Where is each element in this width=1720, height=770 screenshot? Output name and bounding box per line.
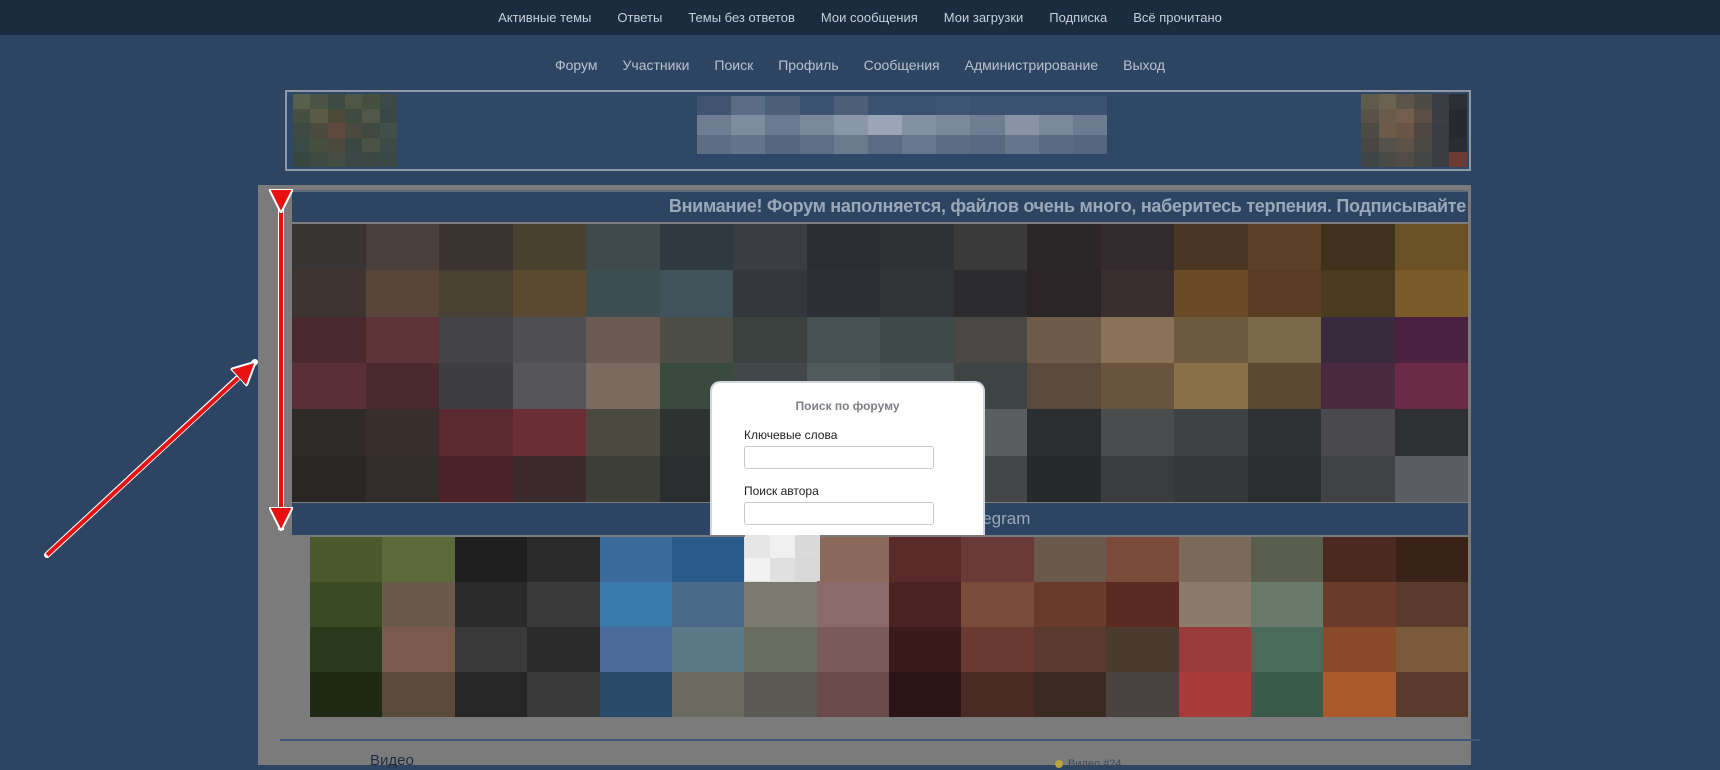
top-nav-mark-read[interactable]: Всё прочитано xyxy=(1133,10,1222,25)
nav-members[interactable]: Участники xyxy=(623,57,690,77)
nav-messages[interactable]: Сообщения xyxy=(864,57,940,77)
annotation-arrow-diagonal xyxy=(44,359,258,558)
top-nav-subscriptions[interactable]: Подписка xyxy=(1049,10,1107,25)
main-nav: Форум Участники Поиск Профиль Сообщения … xyxy=(0,57,1720,77)
banner-logo-right xyxy=(1361,94,1467,167)
annotation-arrow-diagonal-fill xyxy=(45,367,250,557)
keywords-input[interactable] xyxy=(744,446,934,469)
nav-forum[interactable]: Форум xyxy=(555,57,598,77)
top-nav-replies[interactable]: Ответы xyxy=(617,10,662,25)
author-label: Поиск автора xyxy=(744,484,819,498)
top-nav-active-topics[interactable]: Активные темы xyxy=(498,10,591,25)
section-divider xyxy=(280,739,1480,741)
video-link[interactable]: Видео #24 xyxy=(1055,758,1122,770)
notice-text: Внимание! Форум наполняется, файлов очен… xyxy=(668,196,1466,216)
image-gallery-bottom[interactable] xyxy=(310,537,1468,717)
top-nav-my-posts[interactable]: Мои сообщения xyxy=(821,10,918,25)
thumbnail-grid-blurred[interactable] xyxy=(310,537,1468,717)
nav-logout[interactable]: Выход xyxy=(1123,57,1165,77)
author-input[interactable] xyxy=(744,502,934,525)
bullet-icon xyxy=(1055,760,1063,769)
banner-title-blurred xyxy=(697,96,1107,154)
top-nav-my-uploads[interactable]: Мои загрузки xyxy=(944,10,1024,25)
keywords-label: Ключевые слова xyxy=(744,428,838,442)
video-link-label[interactable]: Видео #24 xyxy=(1068,758,1122,770)
nav-search[interactable]: Поиск xyxy=(714,57,753,77)
blurred-overlay-patch xyxy=(745,535,820,581)
banner-logo-left xyxy=(293,94,397,167)
nav-admin[interactable]: Администрирование xyxy=(965,57,1099,77)
video-section-title[interactable]: Видео xyxy=(370,752,414,769)
top-nav-unanswered[interactable]: Темы без ответов xyxy=(688,10,795,25)
nav-profile[interactable]: Профиль xyxy=(778,57,838,77)
forum-banner xyxy=(285,90,1471,171)
search-popup-title: Поиск по форуму xyxy=(795,399,900,413)
top-nav: Активные темы Ответы Темы без ответов Мо… xyxy=(0,0,1720,35)
search-popup: Поиск по форуму Ключевые слова Поиск авт… xyxy=(710,381,985,535)
notice-marquee: Внимание! Форум наполняется, файлов очен… xyxy=(292,190,1468,222)
